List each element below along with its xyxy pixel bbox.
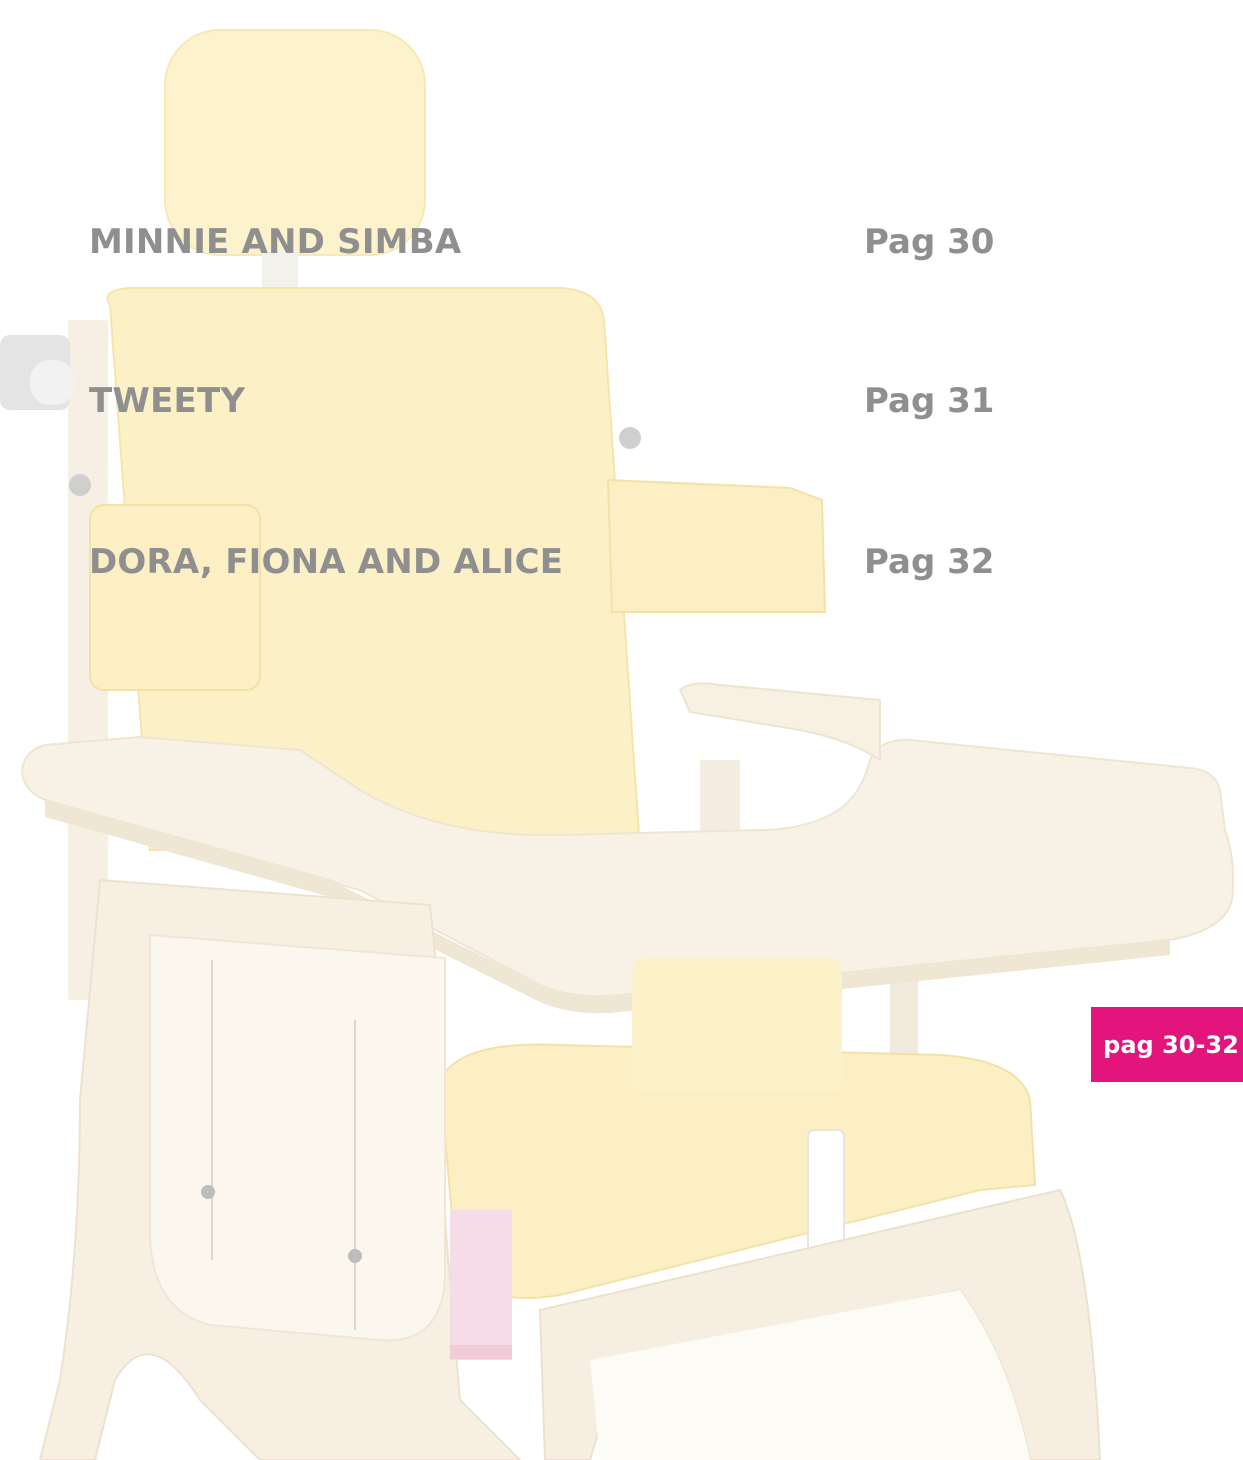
toc-item-dora-fiona-alice[interactable]: DORA, FIONA AND ALICE Pag 32 — [0, 542, 1243, 602]
toc-item-page: Pag 31 — [864, 381, 995, 421]
toc-item-page: Pag 32 — [864, 542, 995, 582]
postural-chair-illustration — [0, 29, 1235, 1460]
toc-item-minnie-simba[interactable]: MINNIE AND SIMBA Pag 30 — [0, 222, 1243, 282]
toc-item-title: TWEETY — [89, 381, 246, 421]
toc-item-title: DORA, FIONA AND ALICE — [89, 542, 564, 582]
toc-item-tweety[interactable]: TWEETY Pag 31 — [0, 381, 1243, 441]
page-range-tab[interactable]: pag 30-32 — [1091, 1007, 1243, 1082]
toc-item-page: Pag 30 — [864, 222, 995, 262]
toc-item-title: MINNIE AND SIMBA — [89, 222, 462, 262]
